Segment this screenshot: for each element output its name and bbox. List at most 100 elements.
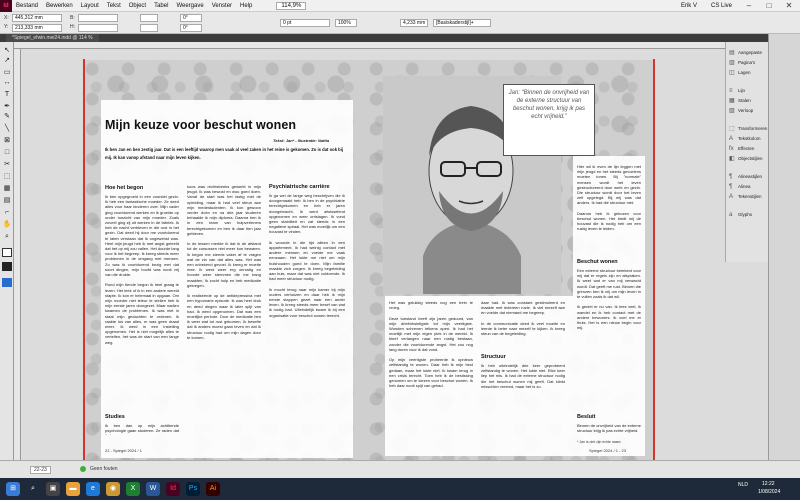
glyph-icon: a	[729, 212, 733, 218]
firefox-icon[interactable]: ◉	[106, 482, 120, 496]
y-label: Y:	[4, 24, 9, 30]
pen-tool-icon[interactable]: ✒	[2, 102, 12, 111]
panel-stalen[interactable]: ▦ Stalen	[726, 96, 769, 106]
word-icon[interactable]: W	[146, 482, 160, 496]
illustrator-icon[interactable]: Ai	[206, 482, 220, 496]
gap-tool-icon[interactable]: ↔	[2, 78, 12, 87]
start-icon[interactable]: ⊞	[6, 482, 20, 496]
note-tool-icon[interactable]: ▤	[2, 196, 12, 205]
close-icon[interactable]: ✕	[782, 1, 796, 10]
direct-selection-tool-icon[interactable]: ↗	[2, 56, 12, 65]
shear-field[interactable]: 0°	[180, 24, 202, 32]
menu-bewerken[interactable]: Bewerken	[42, 3, 77, 9]
explorer-icon[interactable]: ▬	[66, 482, 80, 496]
rectangle-tool-icon[interactable]: □	[2, 148, 12, 157]
zoom-tool-icon[interactable]: ⌕	[2, 232, 12, 241]
maximize-icon[interactable]: □	[762, 1, 776, 10]
left-column-2: koos was rechtstreeks gewerkt in mijn je…	[187, 184, 261, 340]
gradient-tool-icon[interactable]: ▦	[2, 184, 12, 193]
rectangle-frame-tool-icon[interactable]: ⊠	[2, 136, 12, 145]
bleed-guide-right	[653, 59, 655, 460]
gradient-icon: ▧	[729, 108, 735, 114]
clock-time[interactable]: 12:22	[762, 481, 775, 487]
minimize-icon[interactable]: –	[742, 1, 756, 10]
tools-panel: ↖ ↗ ▭ ↔ T ✒ ✎ ╲ ⊠ □ ✂ ⬚ ▦ ▤ ⌐ ✋ ⌕	[0, 42, 14, 460]
panel-alinea[interactable]: ¶ Alinea	[726, 182, 769, 192]
opacity-field[interactable]: 100%	[335, 19, 357, 27]
page-selector[interactable]: 22-23	[30, 466, 51, 474]
stroke-weight-field[interactable]: 0 pt	[280, 19, 330, 27]
keyboard-language[interactable]: NLD	[738, 482, 748, 488]
menu-bestand[interactable]: Bestand	[12, 3, 42, 9]
control-panel: X: 445,312 mm Y: 213,333 mm B: H: 0° 0° …	[0, 12, 800, 34]
panel-label: Effecten	[738, 146, 755, 151]
left-page[interactable]: Mijn keuze voor beschut wonen Tekst: Jan…	[85, 60, 369, 460]
panel-label: Verloop	[738, 108, 754, 113]
menu-venster[interactable]: Venster	[208, 3, 236, 9]
stroke-swatch-icon[interactable]	[2, 262, 12, 271]
line-tool-icon[interactable]: ╲	[2, 124, 12, 133]
panel-objectstijlen[interactable]: ◧ Objectstijlen	[726, 154, 769, 164]
menu-tekst[interactable]: Tekst	[103, 3, 125, 9]
eyedropper-tool-icon[interactable]: ⌐	[2, 208, 12, 217]
excel-icon[interactable]: X	[126, 482, 140, 496]
panel-transformeren[interactable]: ⬚ Transformeren	[726, 124, 769, 134]
effects-icon: fx	[729, 146, 734, 152]
type-tool-icon[interactable]: T	[2, 90, 12, 99]
article-title: Mijn keuze voor beschut wonen	[105, 118, 297, 132]
document-tab[interactable]: *Spiegel_efwin.mei24.indd @ 114 %	[6, 34, 99, 42]
page-tool-icon[interactable]: ▭	[2, 68, 12, 77]
horizontal-ruler[interactable]	[14, 42, 768, 49]
right-page[interactable]: Jan: “Binnen de onvrijheid van de extern…	[369, 60, 653, 460]
cs-live[interactable]: CS Live	[707, 3, 736, 9]
zoom-level[interactable]: 114,9%	[276, 1, 307, 10]
menu-help[interactable]: Help	[236, 3, 256, 9]
gutter-field[interactable]: 4,233 mm	[400, 19, 428, 27]
clock-date[interactable]: 1/08/2024	[758, 489, 780, 495]
panel-tekenstijlen[interactable]: A Tekenstijlen	[726, 192, 769, 202]
vertical-ruler[interactable]	[14, 49, 21, 460]
scissors-tool-icon[interactable]: ✂	[2, 160, 12, 169]
selection-tool-icon[interactable]: ↖	[2, 46, 12, 55]
panel-lagen[interactable]: ◫ Lagen	[726, 68, 769, 78]
left-column-1-end: Ik ben dan op mijn achttiende psychologi…	[105, 423, 179, 435]
search-icon[interactable]: ⌕	[26, 482, 40, 496]
menu-object[interactable]: Object	[125, 3, 150, 9]
scale-x-field[interactable]	[140, 14, 158, 22]
w-field[interactable]	[78, 14, 118, 22]
panel-glyphs[interactable]: a Glyphs	[726, 210, 769, 220]
panel-effecten[interactable]: fx Effecten	[726, 144, 769, 154]
menu-layout[interactable]: Layout	[77, 3, 103, 9]
pencil-tool-icon[interactable]: ✎	[2, 112, 12, 121]
preflight-status[interactable]: Geen fouten	[90, 466, 118, 472]
heading-studies: Studies	[105, 414, 125, 420]
menu-tabel[interactable]: Tabel	[150, 3, 172, 9]
scale-y-field[interactable]	[140, 24, 158, 32]
frame-style-select[interactable]: [Basiskaderstijl]+	[433, 19, 491, 27]
hand-tool-icon[interactable]: ✋	[2, 220, 12, 229]
free-transform-tool-icon[interactable]: ⬚	[2, 172, 12, 181]
panel-verloop[interactable]: ▧ Verloop	[726, 106, 769, 116]
h-field[interactable]	[78, 24, 118, 32]
task-view-icon[interactable]: ▣	[46, 482, 60, 496]
stroke-icon: ≡	[729, 88, 733, 94]
panel-paginas[interactable]: ▥ Pagina's	[726, 58, 769, 68]
panel-label: Alineastijlen	[738, 174, 763, 179]
article-credit: Tekst: Jan* - Illustratie: Nattia	[273, 138, 330, 143]
rotate-field[interactable]: 0°	[180, 14, 202, 22]
panel-aangepaste[interactable]: ▤ Aangepaste	[726, 48, 769, 58]
fill-swatch-icon[interactable]	[2, 248, 12, 257]
panel-alineastijlen[interactable]: ¶ Alineastijlen	[726, 172, 769, 182]
user-name[interactable]: Erik V	[677, 3, 701, 9]
edge-icon[interactable]: e	[86, 482, 100, 496]
y-field[interactable]: 213,333 mm	[12, 24, 62, 32]
heading-besluit: Besluit	[577, 414, 596, 420]
photoshop-icon[interactable]: Ps	[186, 482, 200, 496]
panel-tekstkolom[interactable]: A Tekstkolom	[726, 134, 769, 144]
view-mode-icon[interactable]	[2, 278, 12, 287]
left-column-3: Ik ga wel de lange weg beschrijven die i…	[269, 193, 345, 318]
menu-weergave[interactable]: Weergave	[172, 3, 207, 9]
panel-lijn[interactable]: ≡ Lijn	[726, 86, 769, 96]
x-field[interactable]: 445,312 mm	[12, 14, 62, 22]
indesign-icon[interactable]: Id	[166, 482, 180, 496]
